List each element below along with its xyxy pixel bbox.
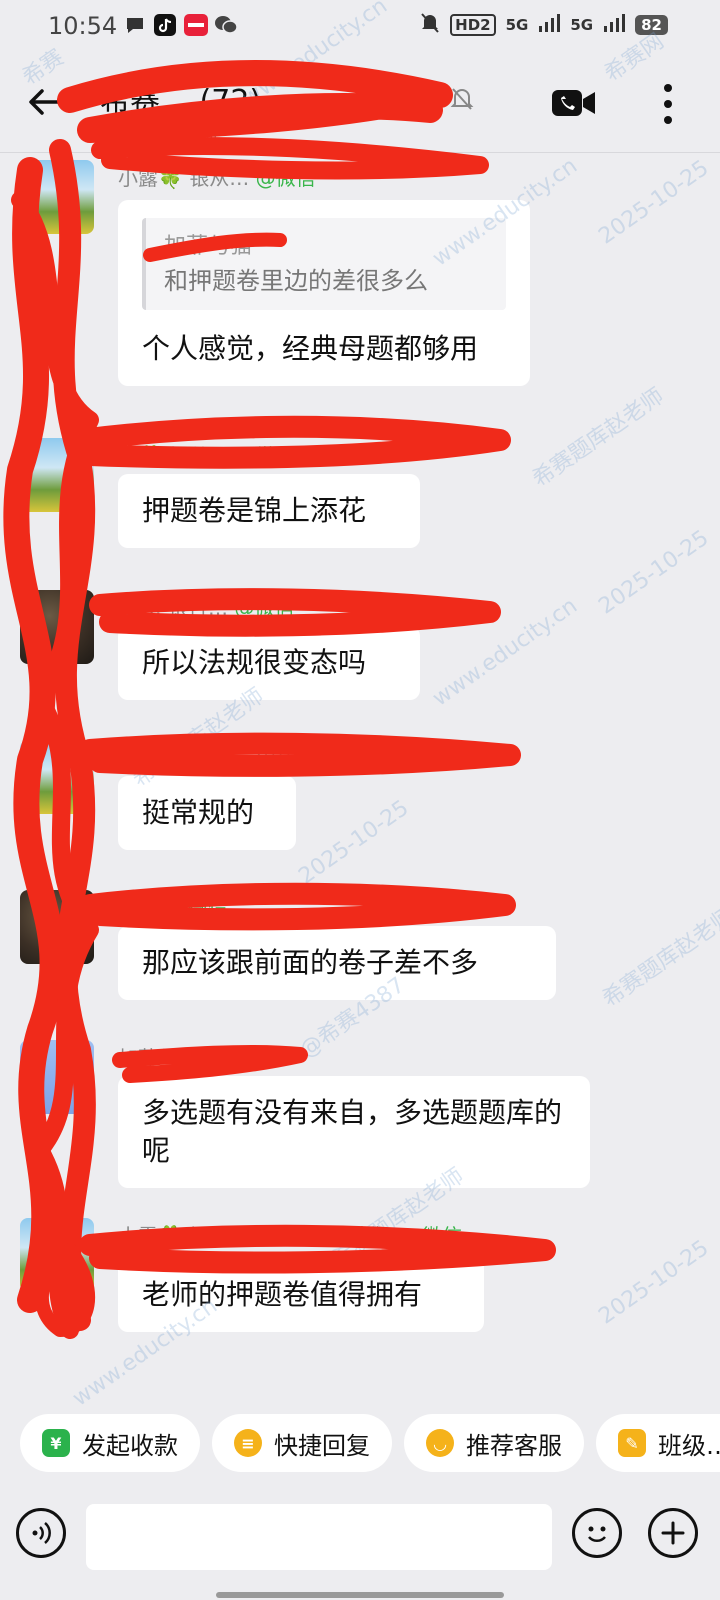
message-text: 那应该跟前面的卷子差不多 — [142, 946, 479, 979]
avatar[interactable] — [20, 1040, 94, 1114]
avatar[interactable] — [20, 590, 94, 664]
message-input[interactable] — [86, 1504, 552, 1570]
avatar[interactable] — [20, 740, 94, 814]
quoted-sender: 加菲与猫 — [164, 234, 253, 259]
message-bubble[interactable]: 押题卷是锦上添花 — [118, 474, 420, 548]
status-bar: 10:54 HD2 5G 5G 82 — [0, 0, 720, 56]
network-5g-1: 5G — [505, 16, 529, 34]
message-bubble[interactable]: 多选题有没有来自，多选题题库的呢 — [118, 1076, 590, 1188]
signal-icon — [538, 14, 561, 36]
xiaohongshu-icon — [184, 14, 208, 40]
quoted-text: 和押题卷里边的差很多么 — [164, 267, 428, 295]
class-icon: ✎ — [618, 1429, 646, 1457]
chip-label: 发起收款 — [82, 1431, 178, 1460]
video-call-icon[interactable] — [552, 88, 596, 118]
sender-name: 小露🍀 银从… (中高版) @微信 — [118, 746, 398, 770]
battery-level: 82 — [635, 15, 668, 35]
mute-bell-icon — [450, 86, 474, 116]
message-text: 多选题有没有来自，多选题题库的呢 — [142, 1096, 563, 1167]
quick-action-collect-payment[interactable]: ¥ 发起收款 — [20, 1414, 200, 1472]
avatar[interactable] — [20, 1218, 94, 1292]
wechat-icon — [214, 14, 238, 40]
quoted-message[interactable]: 加菲与猫 和押题卷里边的差很多么 — [142, 218, 506, 310]
quick-reply-icon: ≡ — [234, 1429, 262, 1457]
mute-icon — [420, 12, 440, 38]
message-text: 个人感觉，经典母题都够用 — [142, 332, 479, 365]
watermark-text: 希赛题库赵老师 — [598, 903, 720, 1013]
sender-name: xy… @微信 — [118, 896, 229, 920]
back-arrow-icon[interactable] — [24, 82, 64, 122]
chip-label: 班级… — [658, 1431, 720, 1460]
avatar[interactable] — [20, 438, 94, 512]
yuan-icon: ¥ — [42, 1429, 70, 1457]
quick-action-class[interactable]: ✎ 班级… — [596, 1414, 720, 1472]
message-bubble[interactable]: 老师的押题卷值得拥有 — [118, 1258, 484, 1332]
avatar[interactable] — [20, 160, 94, 234]
sender-name: 小露🍀 银从 通关班（中高版） @微信 — [118, 1224, 462, 1248]
avatar[interactable] — [20, 890, 94, 964]
chat-title[interactable]: 希赛… (72) — [100, 76, 261, 120]
message-text: 挺常规的 — [142, 796, 255, 829]
quick-actions-bar: ¥ 发起收款 ≡ 快捷回复 ◡ 推荐客服 ✎ 班级… — [0, 1392, 720, 1472]
tiktok-icon — [154, 14, 176, 40]
voice-input-icon[interactable] — [16, 1508, 66, 1558]
quick-action-quick-reply[interactable]: ≡ 快捷回复 — [212, 1414, 392, 1472]
message-bubble[interactable]: 那应该跟前面的卷子差不多 — [118, 926, 556, 1000]
plus-icon[interactable] — [648, 1508, 698, 1558]
network-hd: HD2 — [450, 14, 496, 36]
status-right: HD2 5G 5G 82 — [420, 12, 668, 38]
message-text: 老师的押题卷值得拥有 — [142, 1278, 423, 1311]
emoji-icon[interactable] — [572, 1508, 622, 1558]
chat-header: 希赛… (72) 外部 … 赵老师 — [0, 56, 720, 153]
watermark-text: 2025-10-25 — [594, 155, 714, 250]
chip-label: 推荐客服 — [466, 1431, 562, 1460]
watermark-text: 2025-10-25 — [594, 525, 714, 620]
network-5g-2: 5G — [570, 16, 594, 34]
sender-name: xy… 银行… @微信 — [118, 596, 295, 620]
message-bubble[interactable]: 加菲与猫 和押题卷里边的差很多么 个人感觉，经典母题都够用 — [118, 200, 530, 386]
signal-icon — [603, 14, 626, 36]
watermark-text: 2025-10-25 — [594, 1235, 714, 1330]
input-bar — [0, 1494, 720, 1600]
sender-name: 小露🍀 银从… @微信 — [118, 166, 316, 190]
customer-service-icon: ◡ — [426, 1429, 454, 1457]
more-icon[interactable] — [656, 82, 680, 126]
message-icon — [124, 14, 146, 40]
watermark-text: www.educity.cn — [428, 593, 582, 712]
quick-action-recommend-service[interactable]: ◡ 推荐客服 — [404, 1414, 584, 1472]
message-text: 押题卷是锦上添花 — [142, 494, 367, 527]
watermark-text: 希赛题库赵老师 — [528, 383, 669, 493]
watermark-text: 2025-10-25 — [294, 795, 414, 890]
message-text: 所以法规很变态吗 — [142, 646, 367, 679]
message-bubble[interactable]: 挺常规的 — [118, 776, 296, 850]
chat-subtitle: 外部 … 赵老师 — [98, 124, 218, 145]
status-time: 10:54 — [48, 12, 118, 40]
sender-name: 加菲与猫 @微信 — [118, 1046, 265, 1070]
chip-label: 快捷回复 — [274, 1431, 370, 1460]
sender-name: …🍀 银从… @微信 — [118, 444, 296, 468]
home-indicator[interactable] — [216, 1592, 504, 1598]
message-bubble[interactable]: 所以法规很变态吗 — [118, 626, 420, 700]
